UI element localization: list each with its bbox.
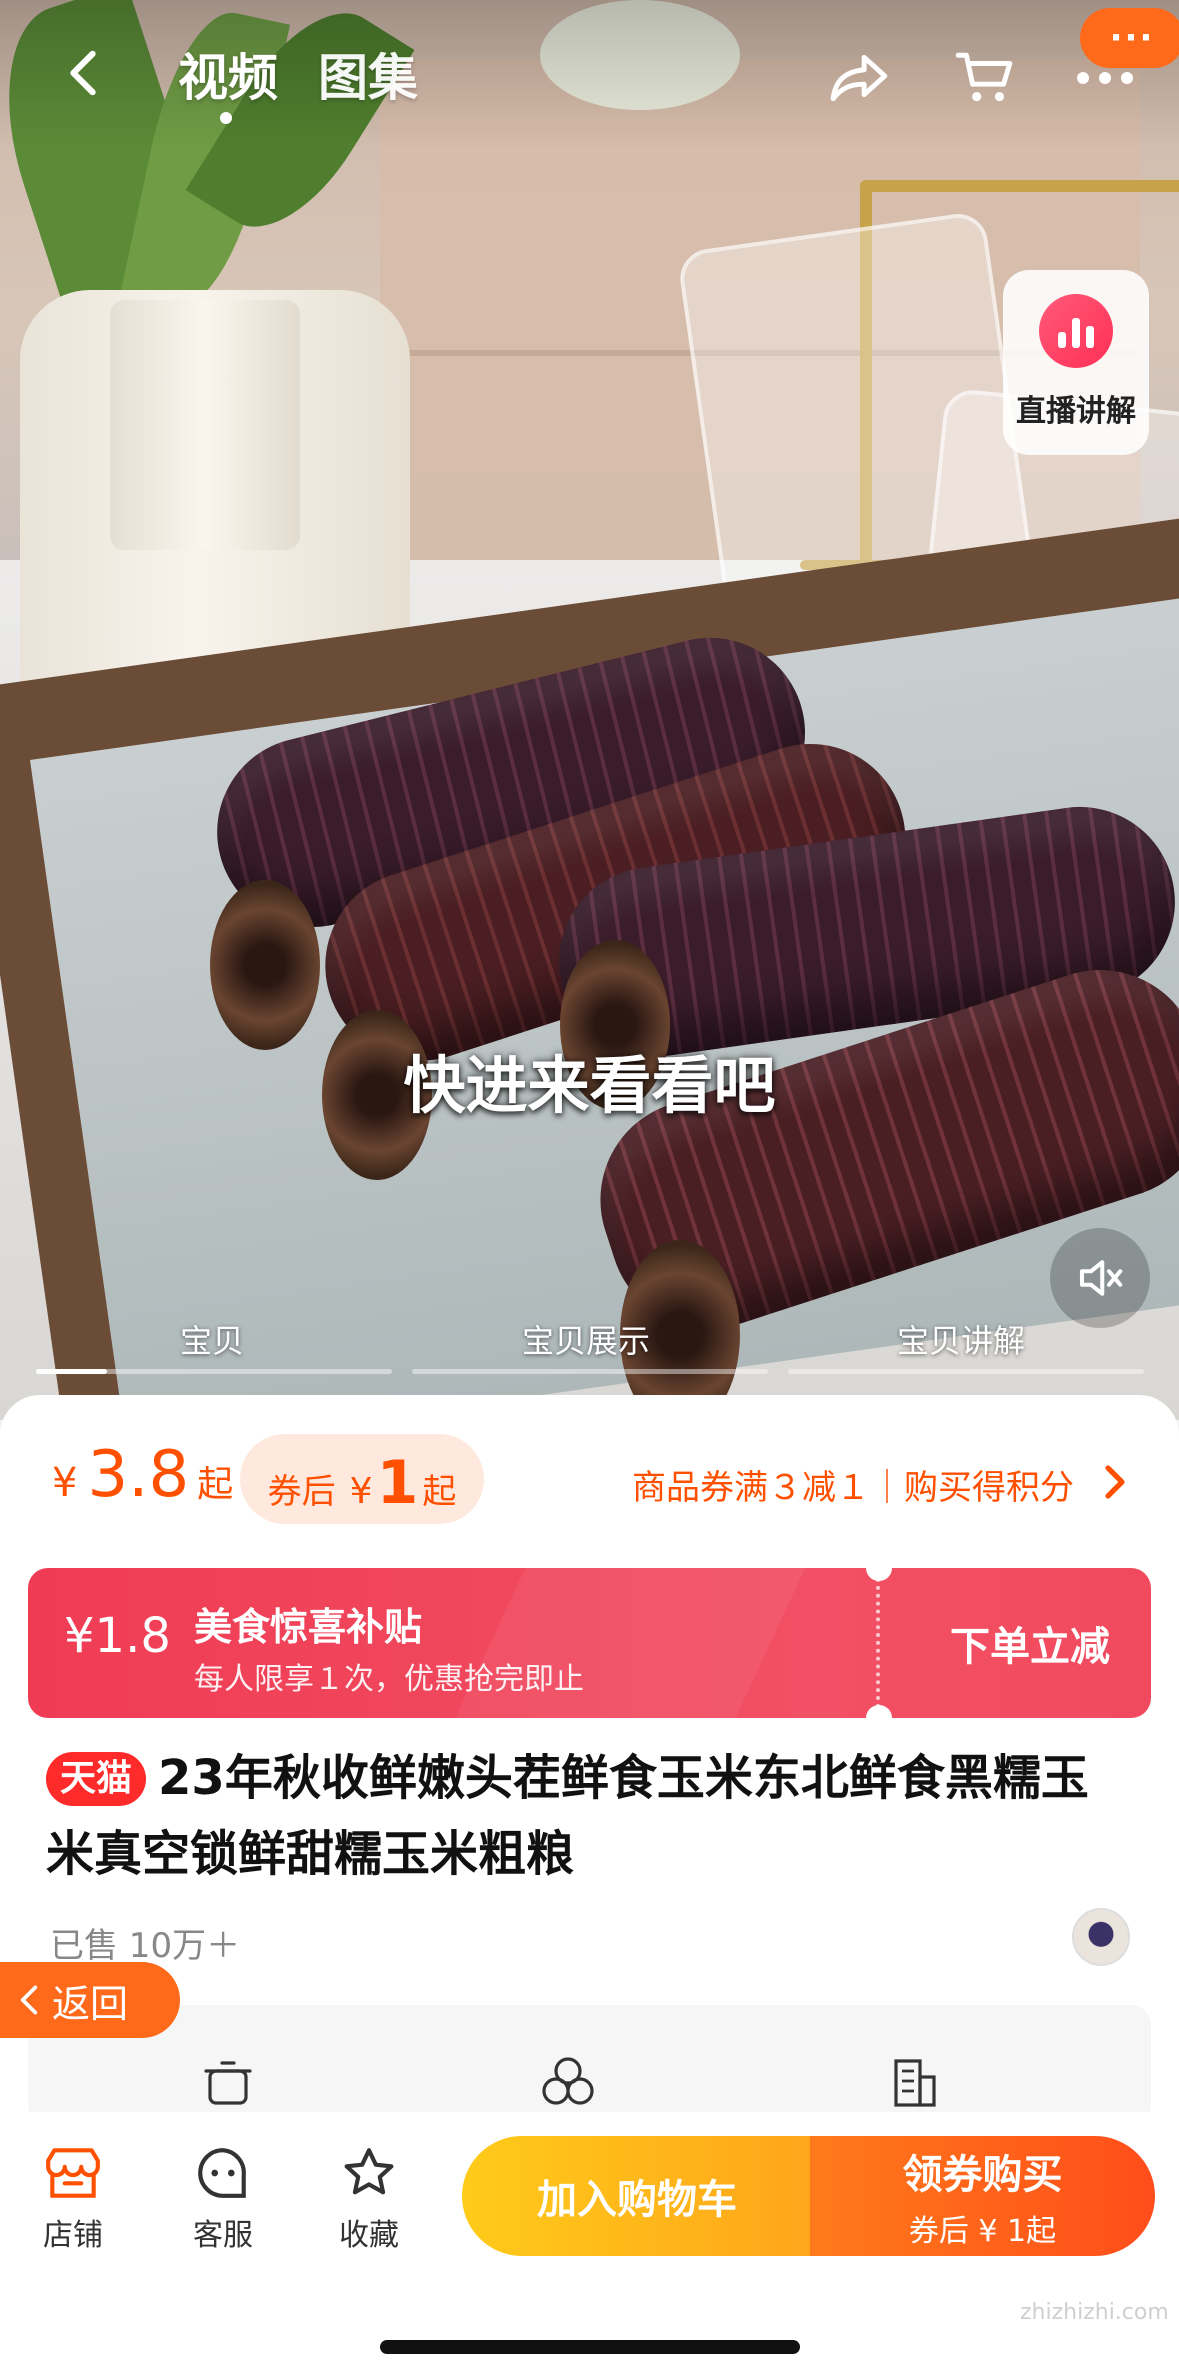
more-dots-icon (1077, 72, 1133, 84)
chevron-left-icon (70, 50, 96, 96)
add-to-cart-button[interactable]: 加入购物车 (462, 2136, 812, 2256)
circles-icon (542, 2057, 594, 2105)
live-explain-label: 直播讲解 (1016, 394, 1136, 429)
segment-progress (36, 1369, 392, 1374)
service-label: 客服 (193, 2218, 253, 2253)
speaker-muted-icon (1079, 1260, 1123, 1296)
shop-button[interactable]: 店铺 (18, 2144, 128, 2254)
price: ¥ 3.8 起 (52, 1438, 233, 1512)
coupon-suffix: 起 (422, 1472, 457, 1512)
segment-label-item[interactable]: 宝贝 (180, 1316, 244, 1362)
watermark: zhizhizhi.com (1020, 2300, 1169, 2325)
corn-end (210, 880, 320, 1050)
favorite-button[interactable]: 收藏 (314, 2144, 424, 2254)
coupon-price-pill[interactable]: 券后 ¥ 1 起 (240, 1434, 484, 1524)
price-suffix: 起 (197, 1464, 234, 1505)
promo-link[interactable]: 商品券满３减１｜购买得积分 (632, 1460, 1074, 1509)
ticket-divider (876, 1578, 880, 1708)
live-bars-icon (1039, 294, 1113, 368)
ticket-notch (866, 1568, 892, 1581)
coupon-currency: ¥ (349, 1471, 373, 1512)
tab-video[interactable]: 视频 (178, 38, 278, 110)
cart-button[interactable] (945, 38, 1025, 118)
service-card[interactable] (28, 2005, 1151, 2125)
seller-avatar[interactable] (1072, 1908, 1130, 1966)
segment-progress (412, 1369, 768, 1374)
price-row: ¥ 3.8 起 券后 ¥ 1 起 商品券满３减１｜购买得积分 (0, 1430, 1179, 1530)
subsidy-amount: ¥1.8 (64, 1608, 171, 1664)
tab-gallery[interactable]: 图集 (318, 38, 418, 110)
price-value: 3.8 (87, 1438, 190, 1512)
gold-rack (860, 180, 1179, 192)
back-button[interactable] (48, 38, 118, 108)
home-indicator[interactable] (380, 2340, 800, 2354)
product-video[interactable]: 快进来看看吧 直播讲解 宝贝 宝贝展示 宝贝讲解 (0, 0, 1179, 1420)
coupon-label: 券后 (267, 1472, 336, 1512)
coupon-value: 1 (376, 1448, 419, 1518)
product-title-text: 23年秋收鲜嫩头茬鲜食玉米东北鲜食黑糯玉米真空锁鲜甜糯玉米粗粮 (46, 1750, 1089, 1882)
more-badge[interactable]: ··· (1080, 8, 1179, 68)
float-back-label: 返回 (52, 1981, 129, 2026)
float-back-button[interactable]: 返回 (0, 1962, 180, 2038)
subsidy-action[interactable]: 下单立减 (950, 1614, 1110, 1672)
cart-icon (955, 52, 1013, 102)
buy-label: 领券购买 (902, 2152, 1063, 2198)
top-nav: 视频 图集 ··· (0, 8, 1179, 130)
bottom-action-bar: 店铺 客服 收藏 加入购物车 领券购买 券后 ¥ 1起 (0, 2112, 1179, 2379)
share-icon (830, 54, 888, 102)
building-icon (894, 2059, 936, 2107)
product-title: 天猫 23年秋收鲜嫩头茬鲜食玉米东北鲜食黑糯玉米真空锁鲜甜糯玉米粗粮 (46, 1740, 1136, 1892)
cooking-pot-icon (204, 2061, 252, 2105)
tmall-badge: 天猫 (46, 1752, 147, 1806)
buy-sub-label: 券后 ¥ 1起 (908, 2214, 1057, 2249)
segment-label-showcase[interactable]: 宝贝展示 (522, 1316, 650, 1362)
favorite-label: 收藏 (339, 2218, 399, 2253)
sold-count: 已售 10万＋ (50, 1926, 241, 1966)
chat-face-icon (198, 2148, 246, 2198)
vase-neck (110, 300, 300, 550)
shop-label: 店铺 (43, 2218, 103, 2253)
price-currency: ¥ (52, 1460, 78, 1506)
video-caption: 快进来看看吧 (403, 1049, 776, 1122)
customer-service-button[interactable]: 客服 (168, 2144, 278, 2254)
ticket-notch (866, 1705, 892, 1718)
store-icon (46, 2148, 100, 2198)
segment-progress (788, 1369, 1144, 1374)
active-tab-indicator (220, 112, 232, 124)
subsidy-title: 美食惊喜补贴 (194, 1605, 423, 1649)
buy-with-coupon-button[interactable]: 领券购买 券后 ¥ 1起 (810, 2136, 1155, 2256)
subsidy-banner[interactable]: ¥1.8 美食惊喜补贴 每人限享１次，优惠抢完即止 下单立减 (28, 1568, 1151, 1718)
chevron-left-icon (20, 1985, 38, 2015)
share-button[interactable] (820, 38, 900, 118)
star-icon (344, 2148, 394, 2195)
segment-progress-fill (36, 1369, 108, 1374)
segment-label-explain[interactable]: 宝贝讲解 (897, 1316, 1025, 1362)
live-explain-button[interactable]: 直播讲解 (1003, 270, 1149, 455)
mute-button[interactable] (1050, 1228, 1150, 1328)
add-to-cart-label: 加入购物车 (537, 2177, 737, 2223)
subsidy-description: 每人限享１次，优惠抢完即止 (194, 1662, 584, 1697)
chevron-right-icon (1105, 1465, 1125, 1499)
